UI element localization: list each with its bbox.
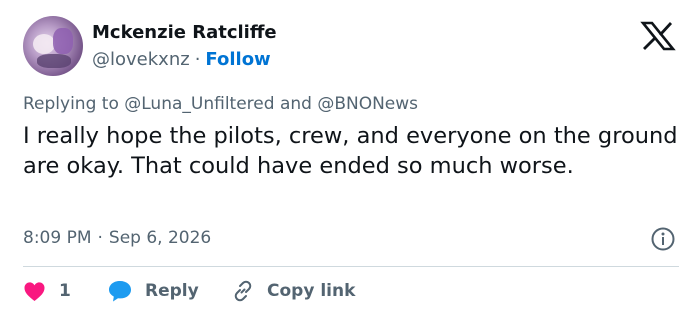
reply-prefix: Replying to xyxy=(23,94,119,114)
avatar[interactable] xyxy=(23,16,83,76)
author-handle[interactable]: @lovekxnz xyxy=(92,49,190,70)
copy-link-label: Copy link xyxy=(267,281,356,301)
info-icon[interactable] xyxy=(650,226,676,252)
link-icon xyxy=(234,280,252,302)
heart-icon xyxy=(24,281,45,301)
reply-context: Replying to @Luna_Unfiltered and @BNONew… xyxy=(23,94,418,114)
avatar-shape xyxy=(53,28,73,54)
reply-mention-luna[interactable]: @Luna_Unfiltered xyxy=(124,94,274,114)
reply-button[interactable]: Reply xyxy=(107,277,199,305)
handle-separator: · xyxy=(194,49,201,70)
timestamp-separator: · xyxy=(97,228,103,248)
author-handle-row: @lovekxnz · Follow xyxy=(92,49,271,70)
reply-label: Reply xyxy=(145,281,199,301)
avatar-shape xyxy=(33,34,55,54)
tweet-timestamp[interactable]: 8:09 PM · Sep 6, 2026 xyxy=(23,228,211,248)
reply-conjunction: and xyxy=(279,94,312,114)
reply-mention-bnonews[interactable]: @BNONews xyxy=(317,94,418,114)
like-button[interactable]: 1 xyxy=(23,277,71,305)
author-name[interactable]: Mckenzie Ratcliffe xyxy=(92,22,277,43)
tweet-time: 8:09 PM xyxy=(23,228,92,248)
x-logo-icon[interactable] xyxy=(640,21,676,51)
reply-bubble-icon xyxy=(109,281,131,302)
tweet-date: Sep 6, 2026 xyxy=(108,228,212,248)
copy-link-button[interactable]: Copy link xyxy=(231,277,355,305)
follow-button[interactable]: Follow xyxy=(205,49,270,70)
like-count: 1 xyxy=(59,281,71,301)
avatar-shape xyxy=(37,54,71,68)
action-bar: 1 Reply Copy link xyxy=(23,277,683,305)
tweet-text: I really hope the pilots, crew, and ever… xyxy=(23,123,678,179)
divider xyxy=(23,266,679,267)
